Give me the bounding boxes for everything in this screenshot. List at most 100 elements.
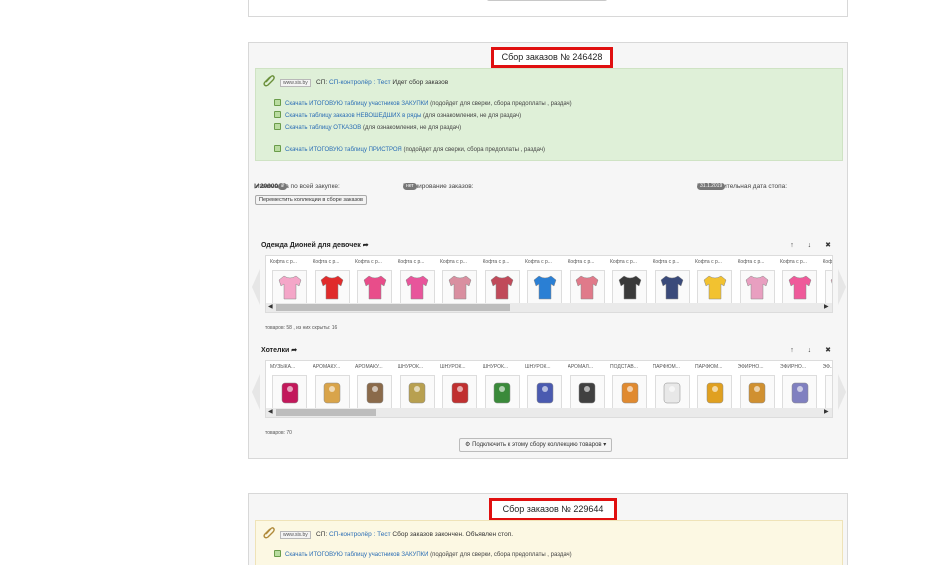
product-icon xyxy=(827,377,833,407)
spreadsheet-icon xyxy=(274,123,281,130)
download-link[interactable]: Скачать ИТОГОВУЮ таблицу ПРИСТРОЯ xyxy=(285,147,402,153)
product-label: ЭФИРНО... xyxy=(780,364,806,370)
product-image[interactable] xyxy=(654,375,690,409)
collection-count: товаров: 58 , из них скрыты: 16 xyxy=(265,325,338,331)
product-image[interactable] xyxy=(782,375,817,409)
caret-down-icon: ▾ xyxy=(603,442,607,448)
download-row: Скачать таблицу ОТКАЗОВ (для ознакомлени… xyxy=(274,123,461,132)
paperclip-icon xyxy=(263,527,275,539)
move-collections-button[interactable]: Переместить коллекции в сборе заказов xyxy=(255,195,367,205)
product-image[interactable] xyxy=(272,270,307,304)
product-label: Кофта с р... xyxy=(397,259,425,265)
collection-count: товаров: 70 xyxy=(265,430,292,436)
currency-dropdown[interactable]: ₽ xyxy=(278,183,288,190)
strip-scrollbar[interactable]: ◀ ▶ xyxy=(266,303,832,312)
shirt-icon xyxy=(363,275,386,300)
product-label: Кофта с р... xyxy=(695,259,722,265)
product-image[interactable] xyxy=(314,270,350,304)
product-image[interactable] xyxy=(357,375,392,409)
product-image[interactable] xyxy=(442,270,477,304)
product-image[interactable] xyxy=(314,375,350,409)
product-icon xyxy=(706,382,723,404)
product-image[interactable] xyxy=(697,375,732,409)
product-label: ШНУРОК... xyxy=(440,364,466,370)
booking-dropdown[interactable]: нет xyxy=(403,183,417,190)
connect-collection-button[interactable]: ⚙ Подключить к этому сбору коллекцию тов… xyxy=(459,438,613,452)
source-badge: www.sis.by xyxy=(280,79,311,87)
product-image[interactable] xyxy=(739,270,775,304)
product-label: АРОМАКУ... xyxy=(355,364,383,370)
product-image[interactable] xyxy=(484,375,520,409)
collection-hotelki: Хотелки ➦ ↑ ↓ ✖ МУЗЫКА... АРОМАКУ... АРОМА… xyxy=(252,346,846,441)
download-note: (подойдет для сверки, сбора предоплаты ,… xyxy=(428,552,572,558)
sp-controller-link[interactable]: СП-контролёр : Тест xyxy=(329,531,391,538)
download-link[interactable]: Скачать ИТОГОВУЮ таблицу участников ЗАКУ… xyxy=(285,101,428,107)
product-label: МУЗЫКА... xyxy=(270,364,296,370)
product-image[interactable] xyxy=(527,270,562,304)
download-link[interactable]: Скачать ИТОГОВУЮ таблицу участников ЗАКУ… xyxy=(285,552,428,558)
sp-controller-link[interactable]: СП-контролёр : Тест xyxy=(329,79,391,86)
shirt-icon xyxy=(660,275,684,300)
product-image[interactable] xyxy=(399,270,435,304)
shirt-icon xyxy=(618,275,641,300)
product-image[interactable] xyxy=(484,270,520,304)
product-label: Кофта с р... xyxy=(610,259,637,265)
spreadsheet-icon xyxy=(274,99,281,106)
scroll-right-icon[interactable]: ▶ xyxy=(824,303,829,312)
collection-title[interactable]: Одежда Дионей для девочек ➦ xyxy=(261,241,369,249)
product-label: Кофта с р... xyxy=(822,259,833,265)
product-label: ПАРФЮМ... xyxy=(652,364,680,370)
download-row: Скачать ИТОГОВУЮ таблицу ПРИСТРОЯ (подой… xyxy=(274,145,545,154)
sp-status: Идет сбор заказов xyxy=(392,79,449,86)
strip-left-arrow-icon[interactable] xyxy=(251,372,261,412)
sp-status: Сбор заказов закончен. Объявлен стоп. xyxy=(392,531,514,538)
stop-date-dropdown[interactable]: 31.1.2019 xyxy=(697,183,726,190)
product-image[interactable] xyxy=(527,375,562,409)
product-strip: Кофта с р... Кофта с р... Кофта с р... Кофт… xyxy=(265,255,833,313)
product-icon xyxy=(748,382,766,404)
strip-scrollbar[interactable]: ◀ ▶ xyxy=(266,408,832,417)
shirt-icon xyxy=(278,275,301,300)
product-image[interactable] xyxy=(654,270,690,304)
spreadsheet-icon xyxy=(274,145,281,152)
strip-right-arrow-icon[interactable] xyxy=(837,267,847,307)
product-image[interactable] xyxy=(272,375,307,409)
scroll-left-icon[interactable]: ◀ xyxy=(268,408,273,417)
product-image[interactable] xyxy=(569,270,605,304)
download-link[interactable]: Скачать таблицу заказов НЕВОШЕДШИХ в ряд… xyxy=(285,113,421,119)
strip-left-arrow-icon[interactable] xyxy=(251,267,261,307)
product-label: ШНУРОК... xyxy=(525,364,551,370)
product-label: ЭФИРНО... xyxy=(737,364,764,370)
scroll-right-icon[interactable]: ▶ xyxy=(824,408,829,417)
product-image[interactable] xyxy=(739,375,775,409)
product-label: Кофта с р... xyxy=(312,259,340,265)
order-panel-246428: Сбор заказов № 246428 www.sis.by СП: СП-… xyxy=(248,42,848,459)
product-image[interactable] xyxy=(612,270,647,304)
collection-controls[interactable]: ↑ ↓ ✖ xyxy=(790,346,837,354)
product-label: Кофта с р... xyxy=(440,259,467,265)
collection-title[interactable]: Хотелки ➦ xyxy=(261,346,297,354)
product-image[interactable] xyxy=(569,375,605,409)
product-icon xyxy=(621,382,638,404)
product-image[interactable] xyxy=(782,270,817,304)
product-image[interactable] xyxy=(824,270,832,304)
product-image[interactable] xyxy=(442,375,477,409)
order-panel-229644: Сбор заказов № 229644 www.sis.by СП: СП-… xyxy=(248,493,848,565)
strip-right-arrow-icon[interactable] xyxy=(837,372,847,412)
scroll-thumb[interactable] xyxy=(276,409,376,416)
product-image[interactable] xyxy=(824,375,833,409)
shirt-icon xyxy=(320,275,344,300)
scroll-left-icon[interactable]: ◀ xyxy=(268,303,273,312)
product-label: ЭФ... xyxy=(822,364,833,370)
product-image[interactable] xyxy=(399,375,435,409)
product-label: Кофта с р... xyxy=(737,259,765,265)
order-info-box: www.sis.by СП: СП-контролёр : Тест Сбор … xyxy=(255,520,843,565)
product-image[interactable] xyxy=(697,270,732,304)
collection-controls[interactable]: ↑ ↓ ✖ xyxy=(790,241,837,249)
scroll-thumb[interactable] xyxy=(276,304,510,311)
download-link[interactable]: Скачать таблицу ОТКАЗОВ xyxy=(285,125,361,131)
product-image[interactable] xyxy=(357,270,392,304)
product-image[interactable] xyxy=(612,375,647,409)
product-icon xyxy=(366,382,383,404)
product-label: Кофта с р... xyxy=(482,259,510,265)
